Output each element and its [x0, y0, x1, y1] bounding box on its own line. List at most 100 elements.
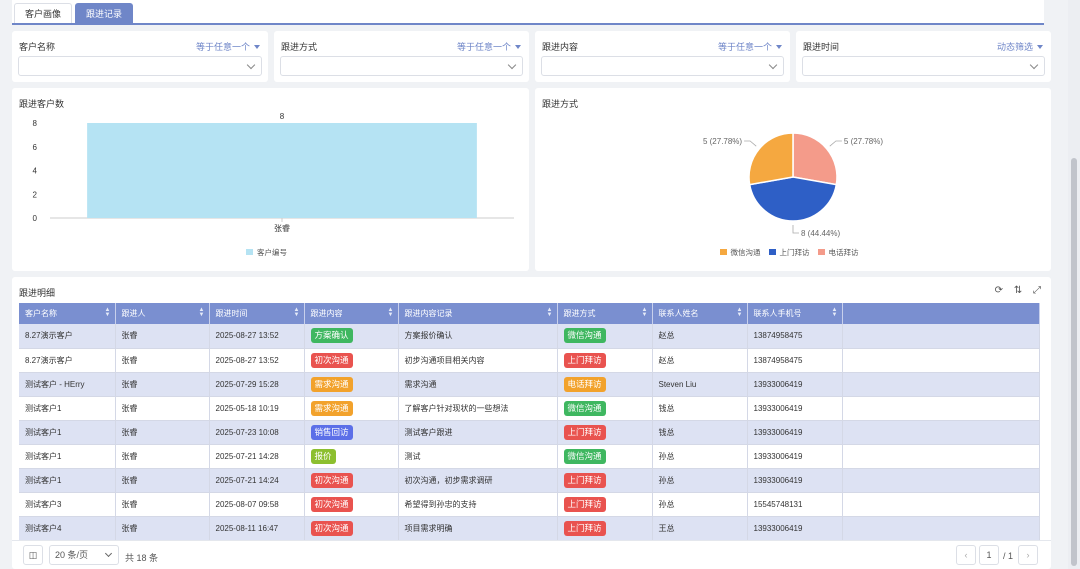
table-cell-spacer [842, 516, 1040, 541]
chevron-down-icon [507, 60, 517, 70]
content-tag: 需求沟通 [310, 376, 353, 392]
table-cell: 张睿 [115, 444, 210, 469]
table-cell: 初次沟通 [304, 516, 399, 541]
detail-table: 客户名称 ▲ ▼ 跟进人 ▲ ▼ 跟进时间 ▲ ▼ 跟进内容 ▲ ▼ 跟进内容记录 ▲ ▼ 跟进方式 ▲ ▼ 联系人… [19, 303, 1040, 541]
table-row[interactable]: 测试客户1 张睿 2025-07-21 14:24 初次沟通 初次沟通，初步需求调研 上门… [19, 468, 1040, 493]
filter-operator[interactable]: 等于任意一个 [718, 40, 782, 53]
filter-operator[interactable]: 等于任意一个 [196, 40, 260, 53]
table-cell: 方案确认 [304, 324, 399, 349]
table-cell: 2025-08-07 09:58 [209, 492, 305, 517]
sort-icon[interactable]: ▲ ▼ [547, 307, 553, 318]
pie-label-line [744, 140, 757, 147]
table-row[interactable]: 测试客户 - HErry 张睿 2025-07-29 15:28 需求沟通 需求沟通 电话… [19, 372, 1040, 397]
page-input[interactable]: 1 [979, 545, 999, 565]
total-pages: / 1 [1003, 551, 1014, 561]
column-header-label: 跟进内容记录 [404, 309, 453, 318]
caret-down-icon [1037, 45, 1043, 49]
table-cell: 钱总 [652, 396, 748, 421]
pie-slice[interactable] [748, 176, 838, 222]
page-size-select[interactable]: 20 条/页 [49, 545, 119, 565]
table-cell: 报价 [304, 444, 399, 469]
content-tag: 销售回访 [310, 424, 353, 440]
pie-slice[interactable] [792, 132, 838, 186]
table-cell: 13933006419 [747, 420, 843, 445]
column-header[interactable]: 跟进内容 ▲ ▼ [304, 303, 399, 324]
tab-follow-up-records[interactable]: 跟进记录 [75, 3, 134, 23]
fullscreen-icon[interactable]: ⤢ [1033, 285, 1041, 296]
table-cell-spacer [842, 468, 1040, 493]
table-cell: 2025-05-18 10:19 [209, 396, 305, 421]
column-header[interactable]: 跟进内容记录 ▲ ▼ [398, 303, 558, 324]
chevron-right-icon[interactable]: › [1018, 545, 1038, 565]
column-header-label: 联系人姓名 [658, 309, 699, 318]
page-scrollbar[interactable] [1068, 0, 1080, 569]
table-cell: 需求沟通 [304, 372, 399, 397]
filter-select[interactable] [18, 56, 262, 76]
filter-select[interactable] [280, 56, 523, 76]
content-tag: 需求沟通 [310, 400, 353, 416]
column-header[interactable]: 客户名称 ▲ ▼ [19, 303, 116, 324]
scrollbar-thumb[interactable] [1071, 158, 1077, 566]
column-header[interactable]: 跟进人 ▲ ▼ [115, 303, 210, 324]
table-row[interactable]: 8.27演示客户 张睿 2025-08-27 13:52 初次沟通 初步沟通项目相关内容… [19, 348, 1040, 373]
filter-operator[interactable]: 动态筛选 [997, 40, 1043, 53]
content-tag: 初次沟通 [310, 496, 353, 512]
table-cell: 13874958475 [747, 348, 843, 373]
legend-swatch [768, 249, 776, 255]
filter-select[interactable] [541, 56, 784, 76]
filter-label: 跟进时间 [803, 42, 840, 52]
legend-item[interactable]: 微信沟通 [719, 248, 761, 257]
pie-slice[interactable] [748, 132, 794, 186]
legend-item[interactable]: 电话拜访 [817, 248, 859, 257]
legend-label: 电话拜访 [828, 248, 859, 257]
filter-select[interactable] [802, 56, 1045, 76]
table-cell-spacer [842, 348, 1040, 373]
filter-operator[interactable]: 等于任意一个 [457, 40, 521, 53]
caret-down-icon [515, 45, 521, 49]
sort-icon[interactable]: ▲ ▼ [737, 307, 743, 318]
table-cell-spacer [842, 372, 1040, 397]
legend-item[interactable]: 客户编号 [246, 248, 287, 257]
sort-icon[interactable]: ▲ ▼ [199, 307, 205, 318]
column-header[interactable]: 跟进方式 ▲ ▼ [557, 303, 653, 324]
method-tag: 微信沟通 [563, 400, 606, 416]
table-row[interactable]: 测试客户4 张睿 2025-08-11 16:47 初次沟通 项目需求明确 上门拜访 王总 1… [19, 516, 1040, 541]
table-row[interactable]: 测试客户1 张睿 2025-07-23 10:08 销售回访 测试客户跟进 上门拜访 钱总 1… [19, 420, 1040, 445]
legend-label: 微信沟通 [730, 248, 761, 257]
filter-customer-name: 客户名称 等于任意一个 [12, 31, 268, 82]
tab-customer-profile[interactable]: 客户画像 [14, 3, 73, 23]
table-row[interactable]: 测试客户3 张睿 2025-08-07 09:58 初次沟通 希望得到孙忠的支持 上门拜访… [19, 492, 1040, 517]
table-body: 8.27演示客户 张睿 2025-08-27 13:52 方案确认 方案报价确认 微信沟通… [19, 324, 1040, 541]
content-tag: 报价 [310, 448, 336, 464]
collapse-icon[interactable]: ◫ [23, 545, 43, 565]
table-row[interactable]: 测试客户1 张睿 2025-07-21 14:28 报价 测试 微信沟通 孙总 1393300… [19, 444, 1040, 469]
legend-swatch [246, 249, 253, 255]
filter-operator-label: 等于任意一个 [456, 42, 511, 52]
table-cell: 8.27演示客户 [19, 324, 116, 349]
y-tick-label: 4 [33, 167, 38, 176]
bar[interactable] [87, 123, 477, 218]
table-row[interactable]: 测试客户1 张睿 2025-05-18 10:19 需求沟通 了解客户针对现状的一些想法… [19, 396, 1040, 421]
table-cell: 初步沟通项目相关内容 [398, 348, 558, 373]
table-row[interactable]: 8.27演示客户 张睿 2025-08-27 13:52 方案确认 方案报价确认 微信沟通… [19, 324, 1040, 349]
legend-swatch [719, 249, 727, 255]
legend-item[interactable]: 上门拜访 [768, 248, 810, 257]
table-cell: 初次沟通 [304, 348, 399, 373]
table-cell: 15545748131 [747, 492, 843, 517]
refresh-icon[interactable]: ⟳ [995, 285, 1003, 296]
chevron-left-icon[interactable]: ‹ [956, 545, 976, 565]
sort-icon[interactable]: ▲ ▼ [105, 307, 111, 318]
column-header[interactable]: 联系人姓名 ▲ ▼ [652, 303, 748, 324]
table-cell: 初次沟通，初步需求调研 [398, 468, 558, 493]
sort-icon[interactable]: ▲ ▼ [832, 307, 838, 318]
column-header[interactable]: 跟进时间 ▲ ▼ [209, 303, 305, 324]
table-cell: 初次沟通 [304, 492, 399, 517]
column-header[interactable]: 联系人手机号 ▲ ▼ [747, 303, 843, 324]
table-cell: 13933006419 [747, 516, 843, 541]
sort-icon[interactable]: ▲ ▼ [388, 307, 394, 318]
table-cell: 2025-07-21 14:28 [209, 444, 305, 469]
sort-icon[interactable]: ▲ ▼ [642, 307, 648, 318]
sort-icon[interactable]: ▲ ▼ [294, 307, 300, 318]
column-settings-icon[interactable]: ⇅ [1014, 285, 1022, 296]
filter-follow-up-content: 跟进内容 等于任意一个 [535, 31, 790, 82]
